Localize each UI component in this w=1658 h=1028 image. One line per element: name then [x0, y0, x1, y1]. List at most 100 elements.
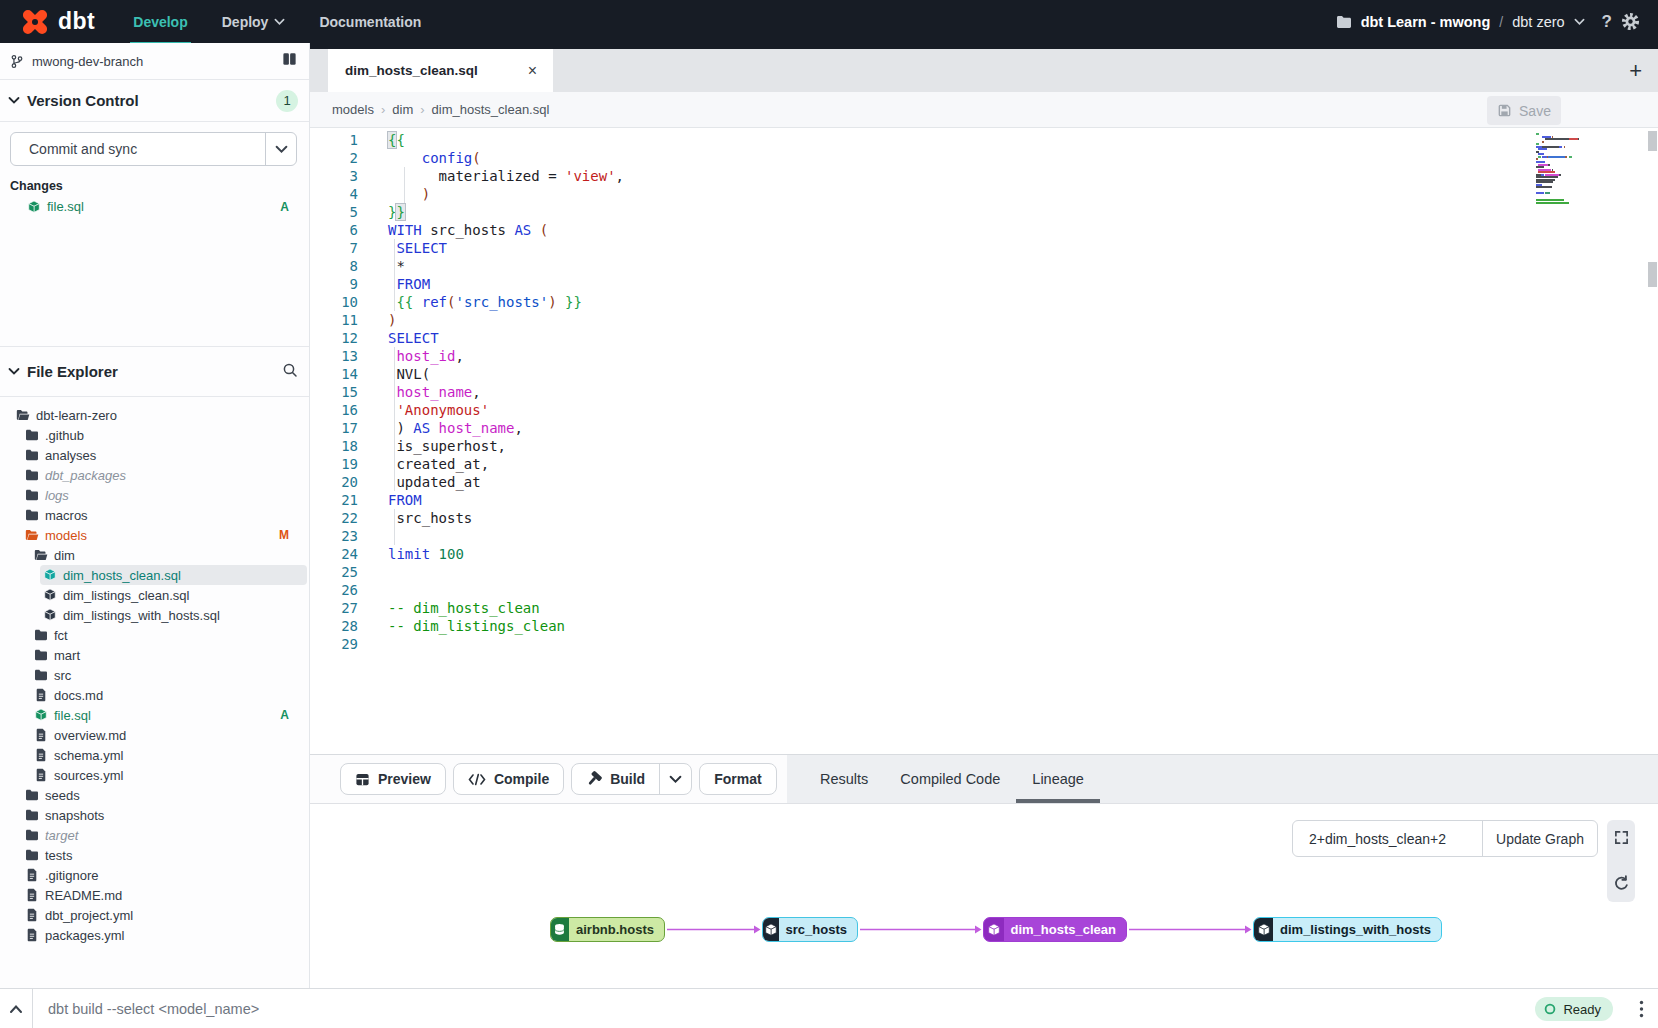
tree-item--gitignore[interactable]: .gitignore	[0, 865, 309, 885]
code-line[interactable]: 13 host_id,	[310, 347, 1658, 365]
gear-icon[interactable]	[1621, 12, 1640, 31]
code-line[interactable]: 28-- dim_listings_clean	[310, 617, 1658, 635]
code-line[interactable]: 21FROM	[310, 491, 1658, 509]
close-icon[interactable]: ×	[528, 62, 537, 80]
editor-scrollbar[interactable]	[1648, 128, 1658, 754]
code-line[interactable]: 9 FROM	[310, 275, 1658, 293]
code-line[interactable]: 3 materialized = 'view',	[310, 167, 1658, 185]
tab-lineage[interactable]: Lineage	[1016, 755, 1100, 803]
code-line[interactable]: 8 *	[310, 257, 1658, 275]
code-line[interactable]: 27-- dim_hosts_clean	[310, 599, 1658, 617]
project-name[interactable]: dbt Learn - mwong	[1361, 14, 1491, 30]
version-control-header[interactable]: Version Control 1	[0, 80, 309, 122]
scrollbar-thumb[interactable]	[1648, 131, 1657, 151]
tree-item-analyses[interactable]: analyses	[0, 445, 309, 465]
code-line[interactable]: 5}}	[310, 203, 1658, 221]
code-line[interactable]: 1{{	[310, 131, 1658, 149]
code-line[interactable]: 26	[310, 581, 1658, 599]
code-line[interactable]: 6WITH src_hosts AS (	[310, 221, 1658, 239]
changed-file-row[interactable]: file.sql A	[0, 196, 309, 217]
tree-item-dbt-project-yml[interactable]: dbt_project.yml	[0, 905, 309, 925]
expand-command-bar-chevron[interactable]	[0, 989, 33, 1028]
nav-deploy[interactable]: Deploy	[205, 0, 303, 43]
tree-item-dim-listings-with-hosts-sql[interactable]: dim_listings_with_hosts.sql	[0, 605, 309, 625]
lineage-node-dim-listings-with-hosts[interactable]: dim_listings_with_hosts	[1253, 917, 1442, 942]
code-line[interactable]: 25	[310, 563, 1658, 581]
new-tab-button[interactable]: +	[1629, 49, 1642, 92]
tree-item-dbt-learn-zero[interactable]: dbt-learn-zero	[0, 405, 309, 425]
code-line[interactable]: 12SELECT	[310, 329, 1658, 347]
tree-item-readme-md[interactable]: README.md	[0, 885, 309, 905]
dbt-logo[interactable]: dbt	[18, 6, 95, 38]
tree-item-overview-md[interactable]: overview.md	[0, 725, 309, 745]
tab-compiled-code[interactable]: Compiled Code	[884, 755, 1016, 803]
tree-item-dim-hosts-clean-sql[interactable]: dim_hosts_clean.sql	[0, 565, 309, 585]
tree-item-macros[interactable]: macros	[0, 505, 309, 525]
commit-and-sync-button[interactable]: Commit and sync	[10, 132, 297, 166]
tree-item-dbt-packages[interactable]: dbt_packages	[0, 465, 309, 485]
code-line[interactable]: 7 SELECT	[310, 239, 1658, 257]
tree-item-snapshots[interactable]: snapshots	[0, 805, 309, 825]
tree-item-dim-listings-clean-sql[interactable]: dim_listings_clean.sql	[0, 585, 309, 605]
environment-name[interactable]: dbt zero	[1512, 14, 1564, 30]
reset-icon[interactable]	[1613, 875, 1630, 892]
code-line[interactable]: 4 )	[310, 185, 1658, 203]
breadcrumb-file[interactable]: dim_hosts_clean.sql	[432, 102, 550, 117]
minimap[interactable]	[1536, 133, 1596, 207]
command-input[interactable]: dbt build --select <model_name>	[48, 1001, 259, 1017]
compile-button[interactable]: Compile	[453, 763, 564, 795]
code-line[interactable]: 19 created_at,	[310, 455, 1658, 473]
nav-develop[interactable]: Develop	[116, 0, 204, 43]
lineage-node-airbnb-hosts[interactable]: airbnb.hosts	[550, 917, 665, 942]
code-line[interactable]: 16 'Anonymous'	[310, 401, 1658, 419]
code-line[interactable]: 17 ) AS host_name,	[310, 419, 1658, 437]
tree-item-schema-yml[interactable]: schema.yml	[0, 745, 309, 765]
code-line[interactable]: 24limit 100	[310, 545, 1658, 563]
code-line[interactable]: 10 {{ ref('src_hosts') }}	[310, 293, 1658, 311]
tree-item-src[interactable]: src	[0, 665, 309, 685]
breadcrumb-dim[interactable]: dim	[392, 102, 413, 117]
tree-item-file-sql[interactable]: file.sqlA	[0, 705, 309, 725]
tree-item-tests[interactable]: tests	[0, 845, 309, 865]
tree-item-docs-md[interactable]: docs.md	[0, 685, 309, 705]
code-line[interactable]: 20 updated_at	[310, 473, 1658, 491]
lineage-node-dim-hosts-clean[interactable]: dim_hosts_clean	[983, 917, 1127, 942]
tree-item-fct[interactable]: fct	[0, 625, 309, 645]
nav-documentation[interactable]: Documentation	[302, 0, 438, 43]
tree-item-seeds[interactable]: seeds	[0, 785, 309, 805]
tab-results[interactable]: Results	[804, 755, 884, 803]
status-badge[interactable]: Ready	[1535, 997, 1613, 1021]
lineage-node-src-hosts[interactable]: src_hosts	[762, 917, 858, 942]
file-explorer-header[interactable]: File Explorer	[0, 346, 309, 397]
code-line[interactable]: 15 host_name,	[310, 383, 1658, 401]
preview-button[interactable]: Preview	[340, 763, 446, 795]
code-line[interactable]: 29	[310, 635, 1658, 653]
tree-item-logs[interactable]: logs	[0, 485, 309, 505]
build-button[interactable]: Build	[571, 763, 692, 795]
breadcrumb-models[interactable]: models	[332, 102, 374, 117]
scrollbar-marker[interactable]	[1648, 262, 1657, 287]
search-icon[interactable]	[282, 362, 298, 382]
code-line[interactable]: 23	[310, 527, 1658, 545]
environment-chevron-icon[interactable]	[1574, 18, 1585, 26]
code-line[interactable]: 2 config(	[310, 149, 1658, 167]
branch-row[interactable]: mwong-dev-branch	[0, 43, 309, 80]
commit-options-chevron[interactable]	[266, 145, 296, 154]
tree-item-target[interactable]: target	[0, 825, 309, 845]
code-line[interactable]: 18 is_superhost,	[310, 437, 1658, 455]
kebab-menu-icon[interactable]	[1639, 1000, 1644, 1022]
tree-item-packages-yml[interactable]: packages.yml	[0, 925, 309, 945]
update-graph-button[interactable]: Update Graph	[1483, 831, 1597, 847]
lineage-selector-input[interactable]: 2+dim_hosts_clean+2	[1293, 831, 1482, 847]
tree-item-models[interactable]: modelsM	[0, 525, 309, 545]
tree-item-sources-yml[interactable]: sources.yml	[0, 765, 309, 785]
format-button[interactable]: Format	[699, 763, 776, 795]
build-options-chevron[interactable]	[660, 775, 691, 784]
code-line[interactable]: 22 src_hosts	[310, 509, 1658, 527]
split-panels-icon[interactable]	[282, 52, 297, 70]
save-button[interactable]: Save	[1487, 96, 1561, 125]
tab-dim-hosts-clean[interactable]: dim_hosts_clean.sql ×	[328, 49, 553, 92]
help-icon[interactable]: ?	[1602, 12, 1612, 32]
code-line[interactable]: 11)	[310, 311, 1658, 329]
tree-item-mart[interactable]: mart	[0, 645, 309, 665]
